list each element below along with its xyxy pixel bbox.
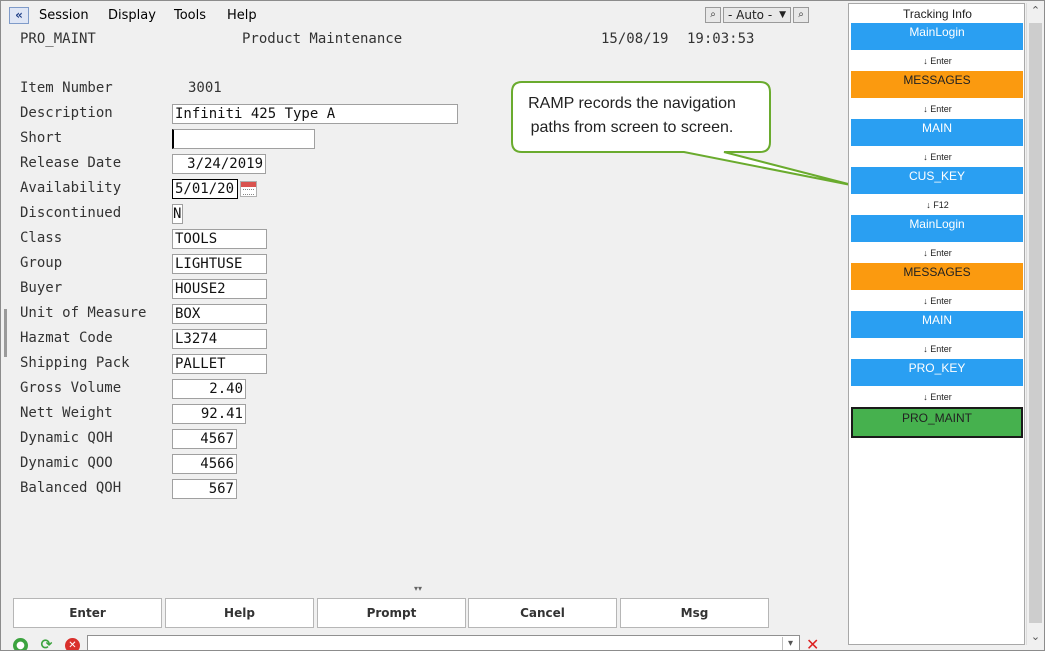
dynamic-qoh-field[interactable]: 4567 — [172, 429, 237, 449]
group-label: Group — [20, 255, 63, 271]
shipping-pack-label: Shipping Pack — [20, 355, 130, 371]
enter-button[interactable]: Enter — [13, 598, 162, 628]
short-label: Short — [20, 130, 63, 146]
short-field[interactable] — [172, 129, 315, 149]
dynamic-qoh-label: Dynamic QOH — [20, 430, 113, 446]
scroll-up-icon[interactable]: ⌃ — [1027, 3, 1044, 19]
chevron-down-icon[interactable]: ▾▾ — [401, 585, 435, 593]
shipping-pack-field[interactable]: PALLET — [172, 354, 267, 374]
release-date-label: Release Date — [20, 155, 122, 171]
close-icon[interactable]: ✕ — [806, 635, 819, 651]
discontinued-label: Discontinued — [20, 205, 122, 221]
msg-button[interactable]: Msg — [620, 598, 769, 628]
stop-icon[interactable]: ✕ — [65, 638, 80, 651]
description-field[interactable]: Infiniti 425 Type A — [172, 104, 458, 124]
availability-field[interactable]: 5/01/20 — [172, 179, 238, 199]
menu-session[interactable]: Session — [39, 8, 89, 23]
track-step-mainlogin[interactable]: MainLogin — [851, 215, 1023, 242]
callout-line-2: paths from screen to screen. — [530, 119, 734, 136]
availability-label: Availability — [20, 180, 122, 196]
back-button[interactable]: « — [9, 7, 29, 24]
zoom-in-icon[interactable]: ⌕ — [793, 7, 809, 23]
track-step-pro-key[interactable]: PRO_KEY — [851, 359, 1023, 386]
callout-line-1: RAMP records the navigation — [528, 95, 736, 112]
class-field[interactable]: TOOLS — [172, 229, 267, 249]
track-step-main[interactable]: MAIN — [851, 311, 1023, 338]
header-time: 19:03:53 — [687, 31, 755, 47]
scroll-thumb[interactable] — [1029, 23, 1042, 623]
vertical-scrollbar[interactable]: ⌃ ⌄ — [1026, 3, 1043, 645]
connect-icon[interactable]: ● — [13, 638, 28, 651]
mode-select[interactable]: - Auto - ▼ — [723, 7, 791, 23]
refresh-icon[interactable]: ⟳ — [39, 638, 54, 651]
menu-bar: « Session Display Tools Help ⌕ - Auto - ▼… — [1, 1, 834, 27]
buyer-field[interactable]: HOUSE2 — [172, 279, 267, 299]
command-dropdown-icon[interactable]: ▾ — [782, 637, 798, 651]
track-step-messages[interactable]: MESSAGES — [851, 263, 1023, 290]
screen-header: PRO_MAINT Product Maintenance 15/08/19 1… — [1, 28, 834, 52]
hazmat-label: Hazmat Code — [20, 330, 113, 346]
hazmat-field[interactable]: L3274 — [172, 329, 267, 349]
track-key: ↓ Enter — [923, 104, 952, 114]
tracking-panel: Tracking Info MainLogin ↓ Enter MESSAGES… — [848, 3, 1025, 645]
track-step-pro-maint[interactable]: PRO_MAINT — [851, 407, 1023, 438]
track-step-cus-key[interactable]: CUS_KEY — [851, 167, 1023, 194]
menu-tools[interactable]: Tools — [174, 8, 206, 23]
track-step-mainlogin[interactable]: MainLogin — [851, 23, 1023, 50]
release-date-field[interactable]: 3/24/2019 — [172, 154, 266, 174]
menu-display[interactable]: Display — [108, 8, 156, 23]
callout-text: RAMP records the navigation paths from s… — [512, 92, 752, 140]
screen-id: PRO_MAINT — [20, 31, 96, 47]
cancel-button[interactable]: Cancel — [468, 598, 617, 628]
command-input[interactable] — [87, 635, 800, 651]
nett-weight-label: Nett Weight — [20, 405, 113, 421]
track-step-messages[interactable]: MESSAGES — [851, 71, 1023, 98]
dynamic-qoo-field[interactable]: 4566 — [172, 454, 237, 474]
discontinued-field[interactable]: N — [172, 204, 183, 224]
track-key: ↓ Enter — [923, 56, 952, 66]
buyer-label: Buyer — [20, 280, 63, 296]
calendar-icon[interactable] — [240, 181, 257, 197]
nett-weight-field[interactable]: 92.41 — [172, 404, 246, 424]
track-key: ↓ Enter — [923, 248, 952, 258]
item-number-label: Item Number — [20, 80, 113, 96]
uom-label: Unit of Measure — [20, 305, 147, 321]
gross-volume-label: Gross Volume — [20, 380, 122, 396]
gross-volume-field[interactable]: 2.40 — [172, 379, 246, 399]
track-key: ↓ F12 — [926, 200, 949, 210]
dynamic-qoo-label: Dynamic QOO — [20, 455, 113, 471]
track-step-main[interactable]: MAIN — [851, 119, 1023, 146]
menu-help[interactable]: Help — [227, 8, 257, 23]
item-number-value: 3001 — [188, 80, 222, 96]
help-button[interactable]: Help — [165, 598, 314, 628]
chevron-down-icon: ▼ — [779, 10, 786, 20]
screen-title: Product Maintenance — [242, 31, 403, 47]
track-key: ↓ Enter — [923, 344, 952, 354]
track-key: ↓ Enter — [923, 392, 952, 402]
mode-select-value: - Auto - — [728, 8, 773, 22]
scroll-down-icon[interactable]: ⌄ — [1027, 629, 1044, 645]
header-date: 15/08/19 — [601, 31, 669, 47]
uom-field[interactable]: BOX — [172, 304, 267, 324]
zoom-out-icon[interactable]: ⌕ — [705, 7, 721, 23]
track-key: ↓ Enter — [923, 296, 952, 306]
track-key: ↓ Enter — [923, 152, 952, 162]
resize-grip[interactable] — [4, 309, 7, 357]
prompt-button[interactable]: Prompt — [317, 598, 466, 628]
balanced-qoh-field[interactable]: 567 — [172, 479, 237, 499]
group-field[interactable]: LIGHTUSE — [172, 254, 267, 274]
class-label: Class — [20, 230, 63, 246]
description-label: Description — [20, 105, 113, 121]
tracking-title: Tracking Info — [903, 7, 972, 21]
balanced-qoh-label: Balanced QOH — [20, 480, 122, 496]
